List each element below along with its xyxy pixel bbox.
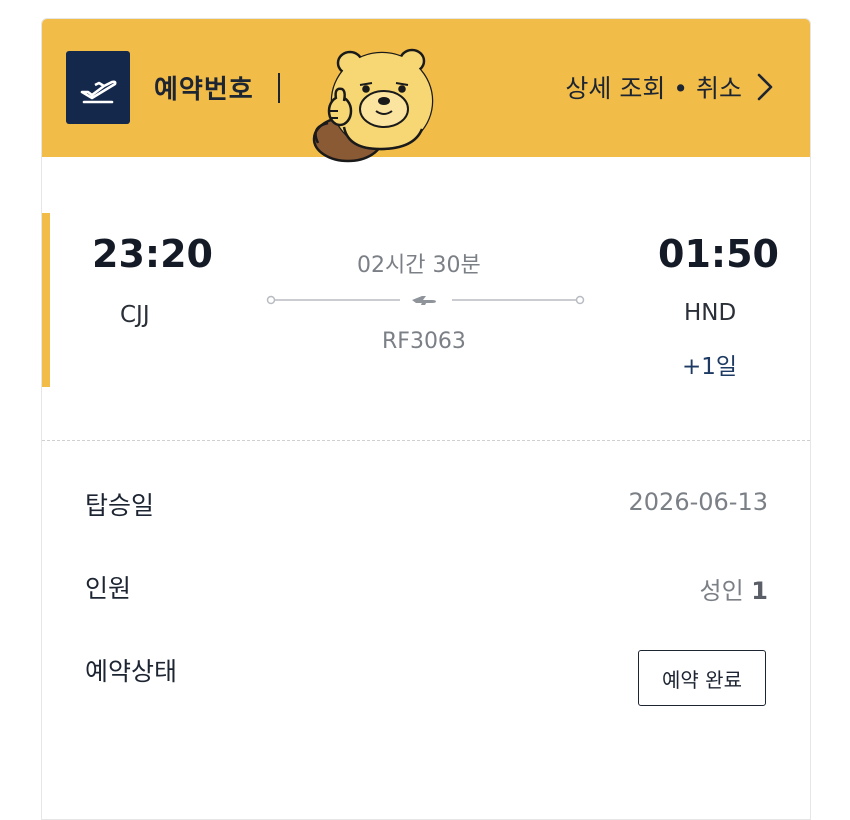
reservation-number-label: 예약번호 [154,75,254,105]
boarding-date-value: 2026-06-13 [628,488,768,516]
airplane-icon [412,296,436,305]
mascot-character-icon [312,48,434,163]
reservation-header: 예약번호 상세 조회 • 취소 [42,19,810,163]
passengers-value: 성인 1 [699,571,768,606]
reservation-card: 예약번호 상세 조회 • 취소 23:20 CJJ 02시간 30분 RF306… [41,18,811,820]
reservation-status-badge[interactable]: 예약 완료 [638,650,766,706]
departure-airport-code: CJJ [120,302,150,328]
dashed-divider [42,440,810,441]
passengers-label: 인원 [85,574,132,603]
detail-cancel-label: 상세 조회 • 취소 [565,74,742,103]
flight-number: RF3063 [382,329,466,354]
detail-cancel-link[interactable]: 상세 조회 • 취소 [565,69,774,105]
arrival-day-offset: +1일 [682,354,738,380]
reservation-status-label: 예약상태 [85,657,178,686]
departure-time: 23:20 [92,232,213,276]
accent-bar [42,213,50,387]
passengers-count: 1 [751,577,768,605]
chevron-right-icon [757,73,773,101]
boarding-date-label: 탑승일 [85,491,155,520]
arrival-airport-code: HND [684,300,737,326]
arrival-time: 01:50 [658,232,779,276]
plane-takeoff-icon [66,51,130,124]
passengers-type: 성인 [699,577,744,605]
route-line [266,295,585,305]
flight-duration: 02시간 30분 [357,253,481,278]
